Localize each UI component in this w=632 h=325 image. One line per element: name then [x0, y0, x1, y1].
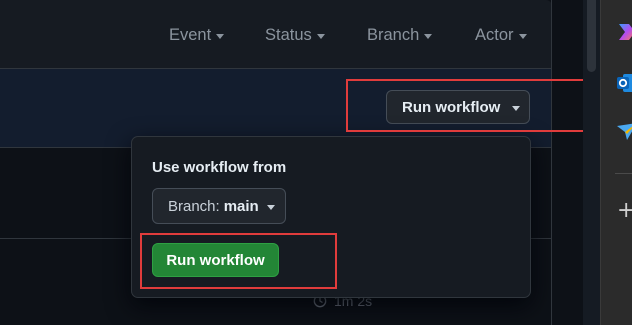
- actor-filter[interactable]: Actor: [475, 24, 527, 46]
- event-filter-label: Event: [169, 25, 212, 44]
- branch-filter-label: Branch: [367, 25, 420, 44]
- status-filter-label: Status: [265, 25, 312, 44]
- chevron-down-icon: [266, 204, 275, 210]
- scrollbar-thumb[interactable]: [587, 0, 596, 72]
- branch-select-value: main: [223, 197, 259, 215]
- event-filter[interactable]: Event: [169, 24, 225, 46]
- workflow-runs-panel: Event Status Branch Actor 1m 2s Run work…: [0, 0, 552, 325]
- send-icon[interactable]: [615, 120, 632, 144]
- branch-select-prefix: Branch:: [168, 197, 220, 215]
- run-workflow-submit-button[interactable]: Run workflow: [152, 243, 279, 277]
- chevron-down-icon: [316, 33, 325, 39]
- plus-icon[interactable]: +: [617, 200, 632, 222]
- chevron-down-icon: [518, 33, 527, 39]
- screenshot-root: Event Status Branch Actor 1m 2s Run work…: [0, 0, 632, 325]
- browser-sidebar: [600, 0, 632, 325]
- filter-bar: Event Status Branch Actor: [0, 0, 551, 69]
- run-workflow-dropdown-button[interactable]: Run workflow: [386, 90, 530, 124]
- actor-filter-label: Actor: [475, 25, 514, 44]
- outlook-icon[interactable]: [615, 71, 632, 95]
- branch-filter[interactable]: Branch: [367, 24, 433, 46]
- run-workflow-popover: Use workflow from Branch: main Run workfl…: [131, 136, 531, 298]
- chevron-down-icon: [424, 33, 433, 39]
- chevron-down-icon: [512, 105, 521, 111]
- sidebar-divider: [615, 173, 632, 174]
- status-filter[interactable]: Status: [265, 24, 325, 46]
- branch-select-button[interactable]: Branch: main: [152, 188, 286, 224]
- popover-title: Use workflow from: [152, 159, 287, 176]
- copilot-icon[interactable]: [615, 20, 632, 44]
- chevron-down-icon: [216, 33, 225, 39]
- run-workflow-dropdown-label: Run workflow: [402, 98, 501, 116]
